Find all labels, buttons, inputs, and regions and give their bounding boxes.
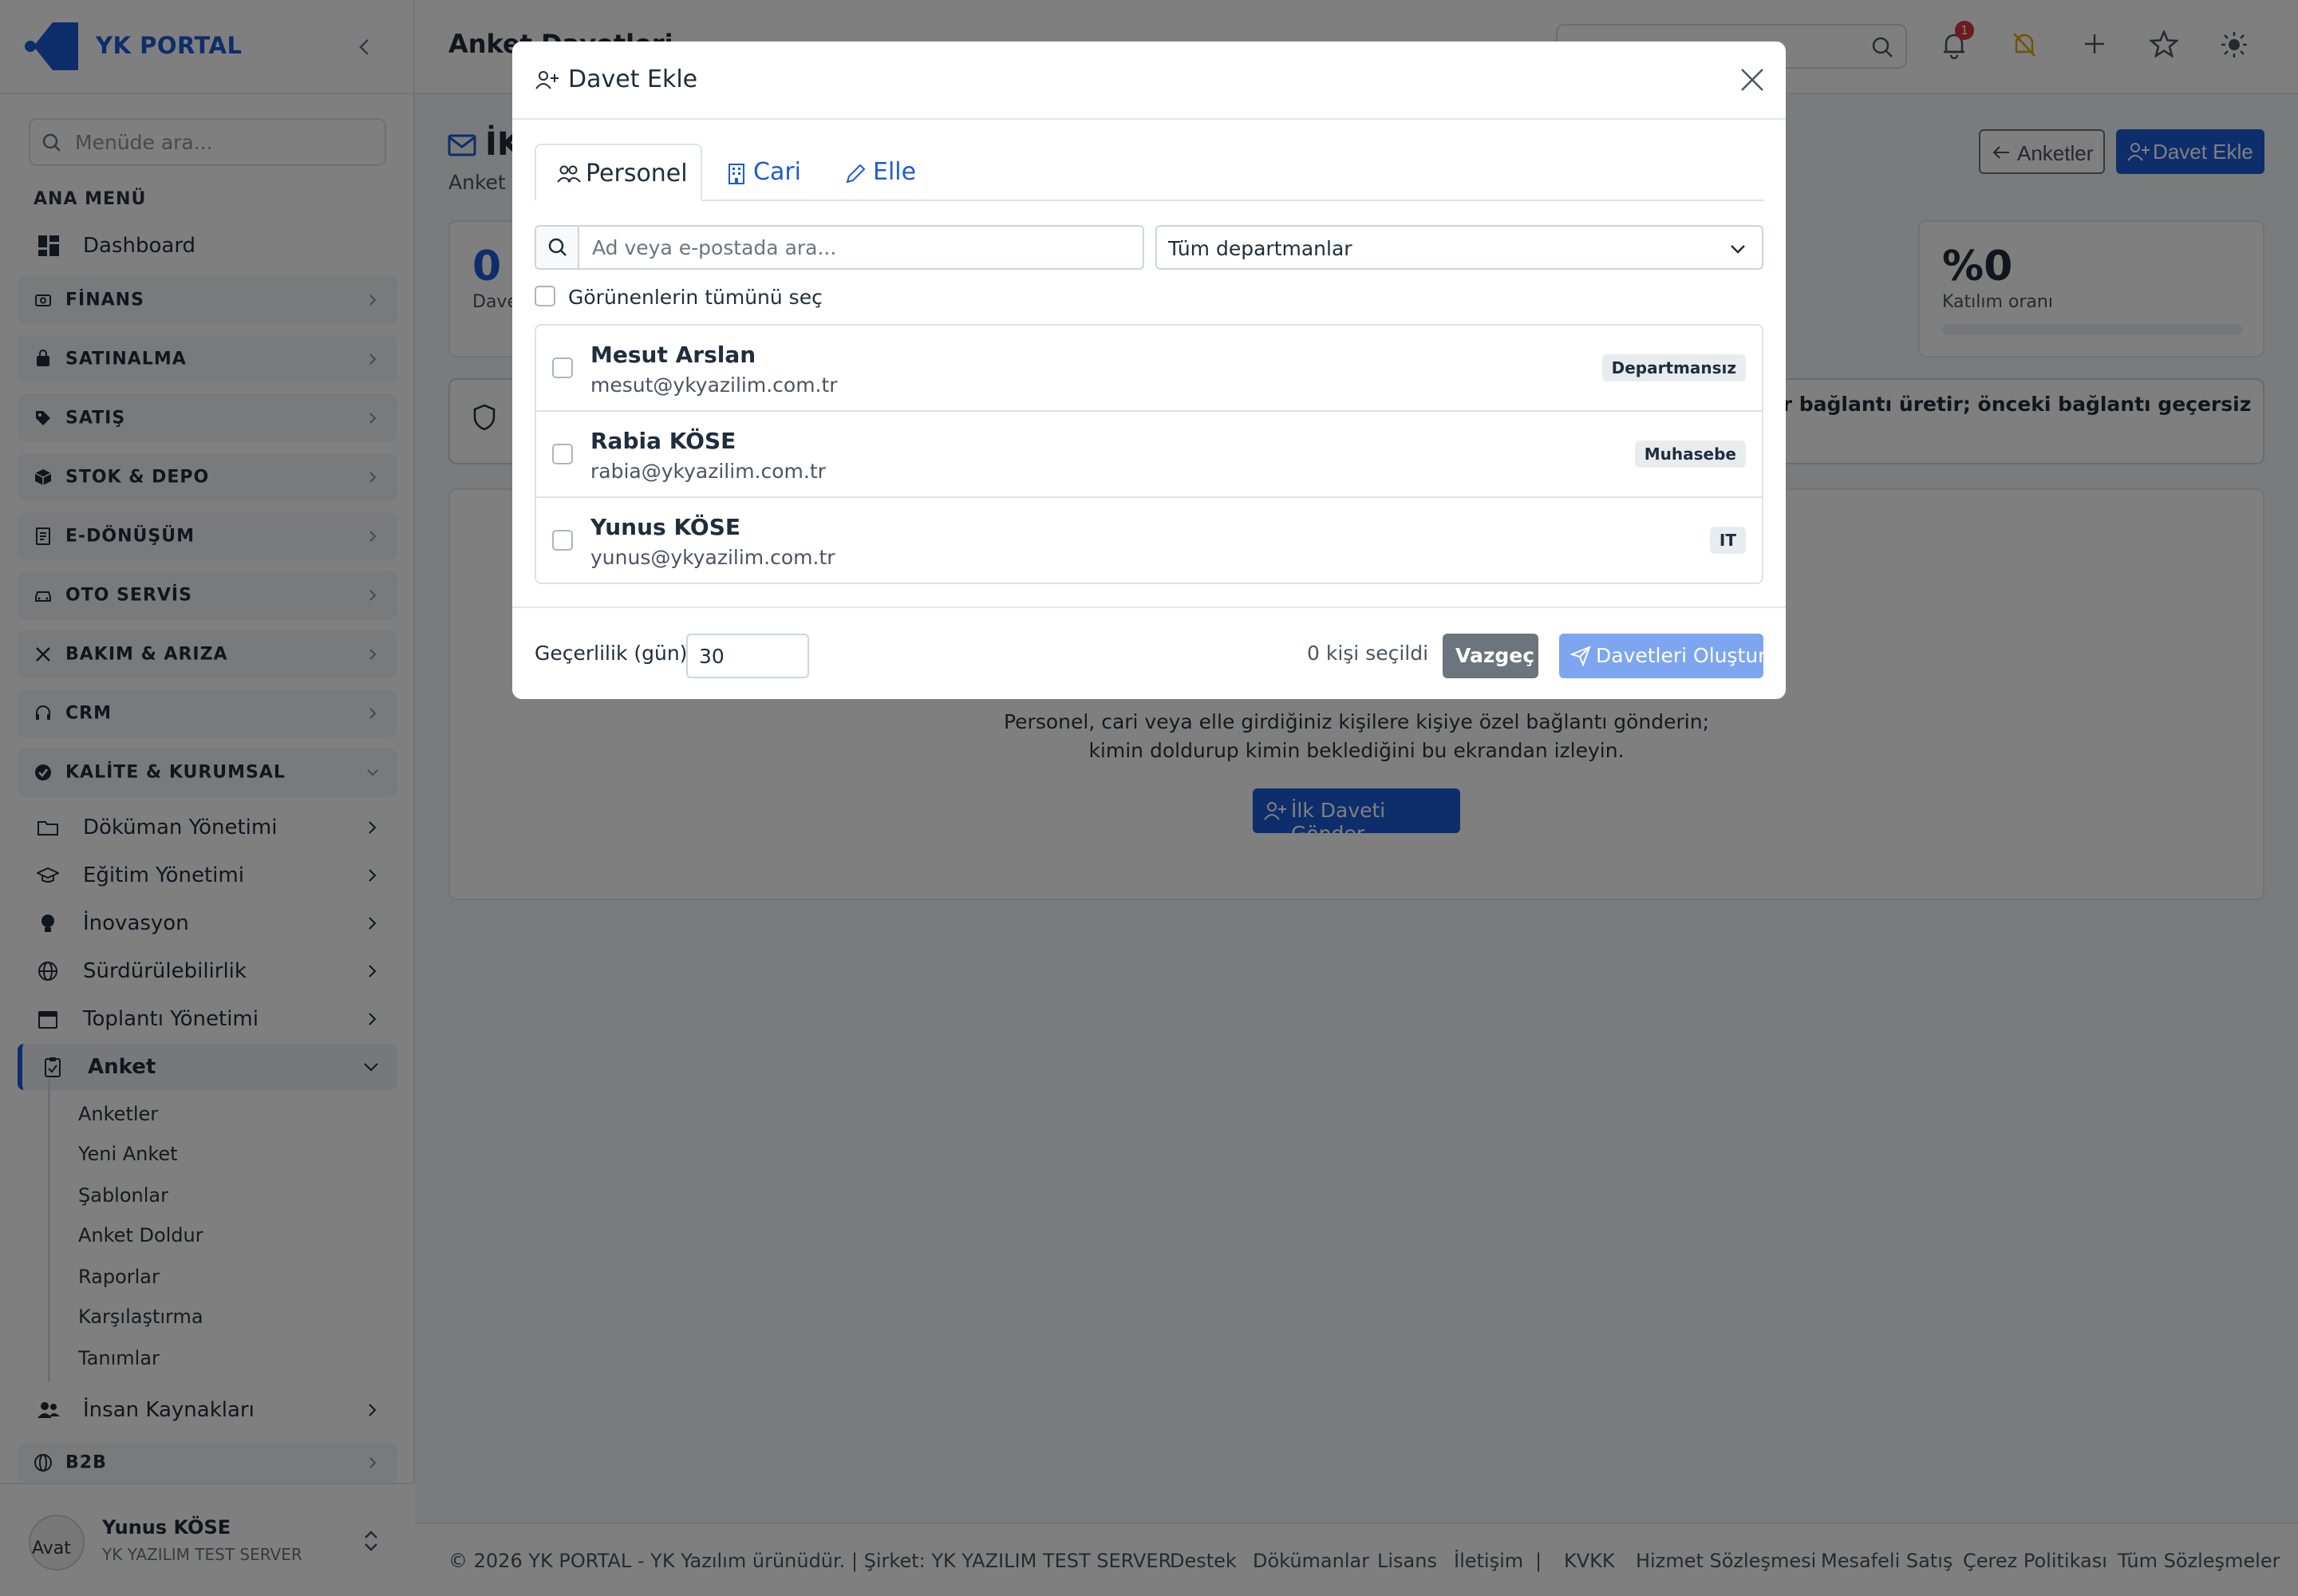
person-checkbox[interactable] xyxy=(552,358,573,378)
create-invites-button[interactable]: Davetleri Oluştur xyxy=(1559,634,1767,678)
tab-cari[interactable]: Cari xyxy=(726,144,822,201)
close-icon[interactable] xyxy=(1739,67,1765,93)
chevron-down-icon xyxy=(1731,245,1745,254)
department-select-value: Tüm departmanlar xyxy=(1168,237,1352,260)
department-badge: Muhasebe xyxy=(1634,440,1746,468)
send-icon xyxy=(1570,646,1591,666)
person-plus-icon xyxy=(535,71,559,89)
list-item[interactable]: Mesut Arslan mesut@ykyazilim.com.tr Depa… xyxy=(536,326,1762,412)
modal-footer: Geçerlilik (gün) 0 kişi seçildi Vazgeç D… xyxy=(512,606,1786,699)
department-badge: Departmansız xyxy=(1601,354,1746,381)
list-item[interactable]: Yunus KÖSE yunus@ykyazilim.com.tr IT xyxy=(536,498,1762,584)
people-icon xyxy=(557,165,581,183)
select-all-checkbox[interactable] xyxy=(535,286,555,306)
person-checkbox[interactable] xyxy=(552,444,573,464)
tab-elle[interactable]: Elle xyxy=(843,144,938,201)
person-search-group xyxy=(535,225,1144,270)
person-checkbox[interactable] xyxy=(552,530,573,551)
validity-days-input[interactable] xyxy=(686,634,809,678)
cancel-label: Vazgeç xyxy=(1455,644,1535,667)
tab-personel[interactable]: Personel xyxy=(535,144,702,201)
tab-label: Cari xyxy=(753,158,801,186)
tab-label: Personel xyxy=(586,160,688,188)
tab-label: Elle xyxy=(873,158,917,186)
pencil-icon xyxy=(846,164,866,184)
list-item[interactable]: Rabia KÖSE rabia@ykyazilim.com.tr Muhase… xyxy=(536,412,1762,498)
create-invites-label: Davetleri Oluştur xyxy=(1596,644,1767,667)
person-email: rabia@ykyazilim.com.tr xyxy=(590,460,826,483)
person-list: Mesut Arslan mesut@ykyazilim.com.tr Depa… xyxy=(535,324,1763,584)
modal-header: Davet Ekle xyxy=(512,41,1786,120)
search-icon xyxy=(548,238,567,256)
person-name: Mesut Arslan xyxy=(590,342,756,368)
select-all-label: Görünenlerin tümünü seç xyxy=(568,286,823,309)
person-name: Yunus KÖSE xyxy=(590,514,740,540)
building-icon xyxy=(728,164,744,184)
person-email: mesut@ykyazilim.com.tr xyxy=(590,373,838,397)
department-select[interactable]: Tüm departmanlar xyxy=(1155,225,1763,270)
person-name: Rabia KÖSE xyxy=(590,428,736,454)
cancel-button[interactable]: Vazgeç xyxy=(1443,634,1538,678)
person-email: yunus@ykyazilim.com.tr xyxy=(590,546,835,569)
department-badge: IT xyxy=(1709,527,1746,554)
selected-count: 0 kişi seçildi xyxy=(1307,642,1429,665)
validity-label: Geçerlilik (gün) xyxy=(535,642,688,665)
invite-modal: Davet Ekle Personel Cari Elle Tüm depart… xyxy=(512,41,1786,699)
person-search-input[interactable] xyxy=(581,227,1139,268)
modal-title: Davet Ekle xyxy=(568,65,698,93)
tabs-divider xyxy=(535,200,1763,201)
search-addon xyxy=(536,227,579,268)
